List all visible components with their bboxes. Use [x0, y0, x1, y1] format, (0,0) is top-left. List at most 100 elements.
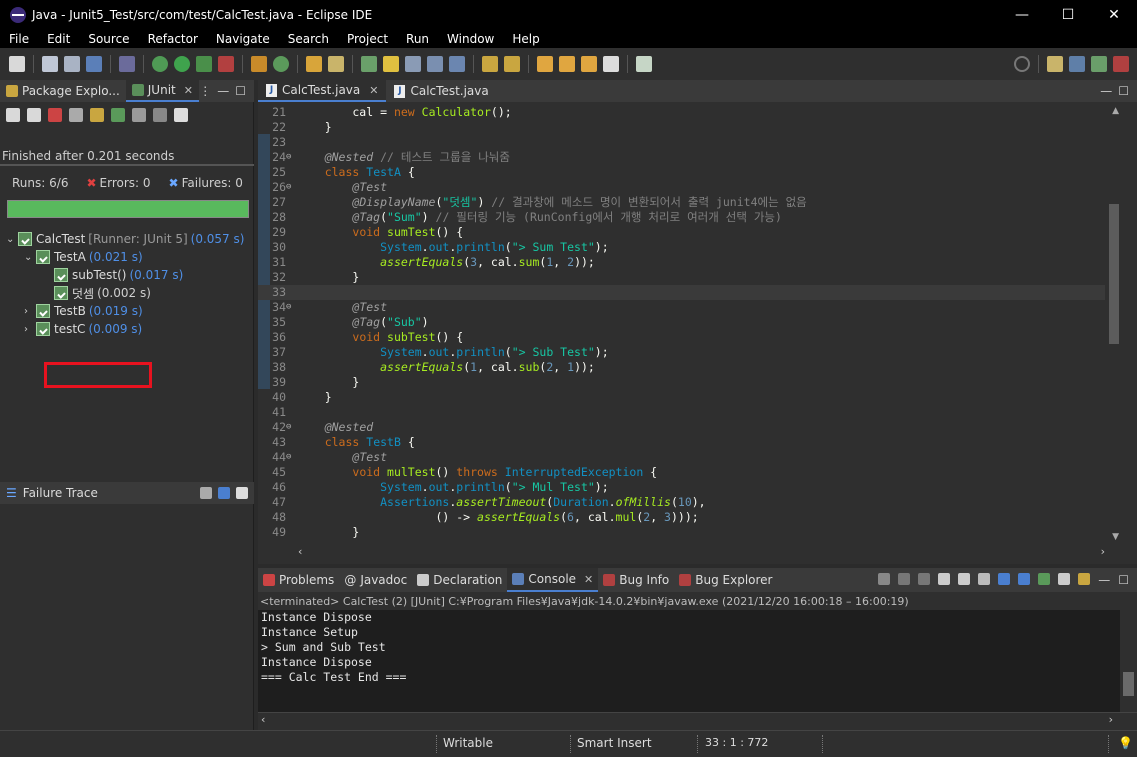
menu-refactor[interactable]: Refactor [139, 32, 207, 46]
debug-perspective-icon[interactable] [1091, 56, 1107, 72]
tab-package-explorer[interactable]: Package Explo... [0, 80, 126, 102]
java-perspective-icon[interactable] [1069, 56, 1085, 72]
bug-perspective-icon[interactable] [1113, 56, 1129, 72]
search-icon[interactable] [1014, 56, 1030, 72]
code-line[interactable]: 28 @Tag("Sum") // 필터링 기능 (RunConfig에서 개행… [258, 210, 1105, 225]
code-line[interactable]: 26 ⊖ @Test [258, 180, 1105, 195]
code-line[interactable]: 41 [258, 405, 1105, 420]
remove-all-terminated-icon[interactable] [918, 573, 931, 585]
previous-failure-icon[interactable] [27, 108, 41, 122]
console-vertical-scrollbar[interactable] [1120, 610, 1137, 712]
open-console-icon[interactable] [1078, 573, 1091, 585]
menu-run[interactable]: Run [397, 32, 438, 46]
run-icon[interactable] [174, 56, 190, 72]
console-horizontal-scrollbar[interactable]: ‹ › [258, 712, 1137, 728]
menu-source[interactable]: Source [79, 32, 138, 46]
previous-annotation-icon[interactable] [504, 56, 520, 72]
code-line[interactable]: 33 [258, 285, 1105, 300]
new-java-package-icon[interactable] [251, 56, 267, 72]
code-line[interactable]: 44 ⊖ @Test [258, 450, 1105, 465]
terminate-icon[interactable] [878, 573, 891, 585]
scroll-lock-icon[interactable] [958, 573, 971, 585]
menu-file[interactable]: File [0, 32, 38, 46]
code-line[interactable]: 32 } [258, 270, 1105, 285]
minimize-view-icon[interactable]: — [217, 84, 229, 98]
coverage-icon[interactable] [196, 56, 212, 72]
code-line[interactable]: 38 assertEquals(1, cal.sub(2, 1)); [258, 360, 1105, 375]
code-line[interactable]: 48 () -> assertEquals(6, cal.mul(2, 3)))… [258, 510, 1105, 525]
code-line[interactable]: 23 [258, 135, 1105, 150]
show-whitespace-icon[interactable] [449, 56, 465, 72]
tab-declaration[interactable]: Declaration [412, 568, 507, 592]
tab-bug-info[interactable]: Bug Info [598, 568, 674, 592]
maximize-button[interactable]: ☐ [1045, 0, 1091, 30]
editor-vertical-scrollbar[interactable] [1107, 104, 1121, 544]
close-button[interactable]: ✕ [1091, 0, 1137, 30]
pin-console-icon[interactable] [1038, 573, 1051, 585]
chevron-down-icon[interactable]: ⌄ [24, 252, 36, 263]
code-line[interactable]: 22 } [258, 120, 1105, 135]
status-insert-mode[interactable]: Smart Insert [577, 736, 652, 750]
editor-tab-calctest[interactable]: J CalcTest.java ✕ [258, 80, 387, 102]
forward-history-icon[interactable] [603, 56, 619, 72]
new-java-class-icon[interactable] [273, 56, 289, 72]
clear-console-icon[interactable] [938, 573, 951, 585]
show-console-on-output-icon[interactable] [998, 573, 1011, 585]
editor-tab-calctest-2[interactable]: J CalcTest.java [386, 80, 496, 102]
maximize-view-icon[interactable]: ☐ [1118, 84, 1129, 98]
code-line[interactable]: 34 ⊖ @Test [258, 300, 1105, 315]
code-line[interactable]: 49 } [258, 525, 1105, 540]
code-area[interactable]: 21 cal = new Calculator(); 22 } 23 24 ⊖ @Nes… [258, 104, 1105, 544]
tab-console[interactable]: Console ✕ [507, 568, 599, 592]
scroll-right-icon[interactable]: › [1109, 713, 1113, 726]
open-task-icon[interactable] [328, 56, 344, 72]
scroll-up-icon[interactable]: ▲ [1112, 106, 1119, 116]
show-failures-only-icon[interactable] [48, 108, 62, 122]
fold-icon[interactable]: ⊖ [286, 420, 294, 435]
tree-item-testc[interactable]: › testC (0.009 s) [24, 320, 142, 338]
code-line[interactable]: 36 void subTest() { [258, 330, 1105, 345]
scrollbar-thumb[interactable] [1123, 672, 1134, 696]
tree-item-subtest[interactable]: subTest() (0.017 s) [54, 266, 183, 284]
status-cursor-position[interactable]: 33 : 1 : 772 [705, 736, 768, 749]
menu-project[interactable]: Project [338, 32, 397, 46]
open-type-icon[interactable] [306, 56, 322, 72]
tree-item-testb[interactable]: › TestB (0.019 s) [24, 302, 143, 320]
external-tools-icon[interactable] [218, 56, 234, 72]
minimize-view-icon[interactable]: — [1100, 84, 1112, 98]
search-icon[interactable] [361, 56, 377, 72]
code-line[interactable]: 45 void mulTest() throws InterruptedExce… [258, 465, 1105, 480]
forward-icon[interactable] [581, 56, 597, 72]
menu-window[interactable]: Window [438, 32, 503, 46]
fold-icon[interactable]: ⊖ [286, 450, 294, 465]
scroll-left-icon[interactable]: ‹ [298, 545, 302, 558]
test-run-history-icon[interactable] [174, 108, 188, 122]
tree-item-testa[interactable]: ⌄ TestA (0.021 s) [24, 248, 143, 266]
code-line[interactable]: 30 System.out.println("> Sum Test"); [258, 240, 1105, 255]
code-line[interactable]: 43 class TestB { [258, 435, 1105, 450]
lightbulb-icon[interactable]: 💡 [1118, 736, 1133, 750]
maximize-view-icon[interactable]: ☐ [1118, 573, 1129, 587]
pin-editor-icon[interactable] [636, 56, 652, 72]
menu-navigate[interactable]: Navigate [207, 32, 279, 46]
scroll-down-icon[interactable]: ▼ [1112, 532, 1119, 542]
tab-problems[interactable]: Problems [258, 568, 339, 592]
tab-junit[interactable]: JUnit ✕ [125, 80, 199, 102]
rerun-test-icon[interactable] [111, 108, 125, 122]
stop-icon[interactable] [153, 108, 167, 122]
last-edit-location-icon[interactable] [537, 56, 553, 72]
code-line[interactable]: 37 System.out.println("> Sub Test"); [258, 345, 1105, 360]
rerun-failures-first-icon[interactable] [132, 108, 146, 122]
code-line[interactable]: 27 @DisplayName("덧셈") // 결과창에 메소드 명이 변환되… [258, 195, 1105, 210]
code-line[interactable]: 21 cal = new Calculator(); [258, 105, 1105, 120]
tree-item-sum-test[interactable]: 덧셈 (0.002 s) [54, 284, 151, 302]
new-icon[interactable] [9, 56, 25, 72]
compare-results-icon[interactable] [200, 487, 212, 499]
word-wrap-icon[interactable] [978, 573, 991, 585]
toggle-mark-occurrences-icon[interactable] [383, 56, 399, 72]
scroll-left-icon[interactable]: ‹ [261, 713, 265, 726]
fold-icon[interactable]: ⊖ [286, 180, 294, 195]
close-icon[interactable]: ✕ [584, 573, 593, 586]
tab-javadoc[interactable]: @ Javadoc [339, 568, 412, 592]
code-line[interactable]: 25 class TestA { [258, 165, 1105, 180]
